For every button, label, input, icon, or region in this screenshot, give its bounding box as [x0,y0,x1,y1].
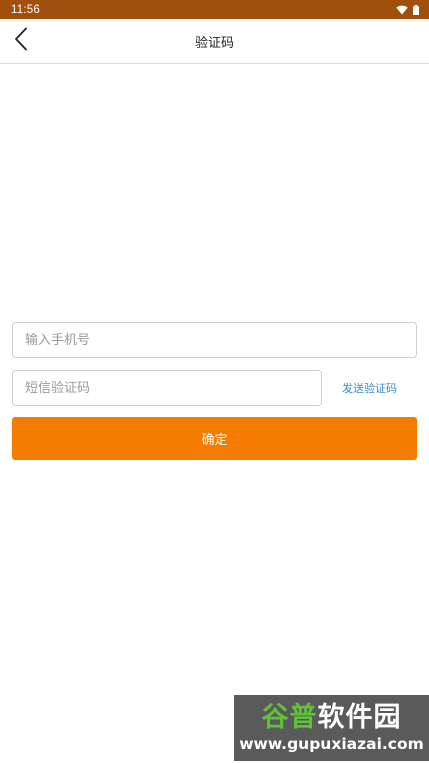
back-button[interactable] [8,27,34,55]
confirm-button[interactable]: 确定 [12,417,417,460]
battery-icon [413,4,419,15]
page-title: 验证码 [194,36,234,51]
status-time: 11:56 [11,3,40,16]
app-bar: 验证码 [0,19,429,64]
sms-code-input[interactable] [12,370,322,406]
status-icons [396,4,419,15]
watermark-url: www.gupuxiazai.com [239,735,424,753]
watermark-logo: 谷普软件园 www.gupuxiazai.com [234,695,429,761]
status-bar: 11:56 [0,0,429,19]
send-code-button[interactable]: 发送验证码 [332,370,407,406]
phone-number-input[interactable] [12,322,417,358]
watermark-brand: 谷普软件园 [261,702,402,733]
wifi-icon [396,5,408,15]
chevron-left-icon [14,27,28,55]
